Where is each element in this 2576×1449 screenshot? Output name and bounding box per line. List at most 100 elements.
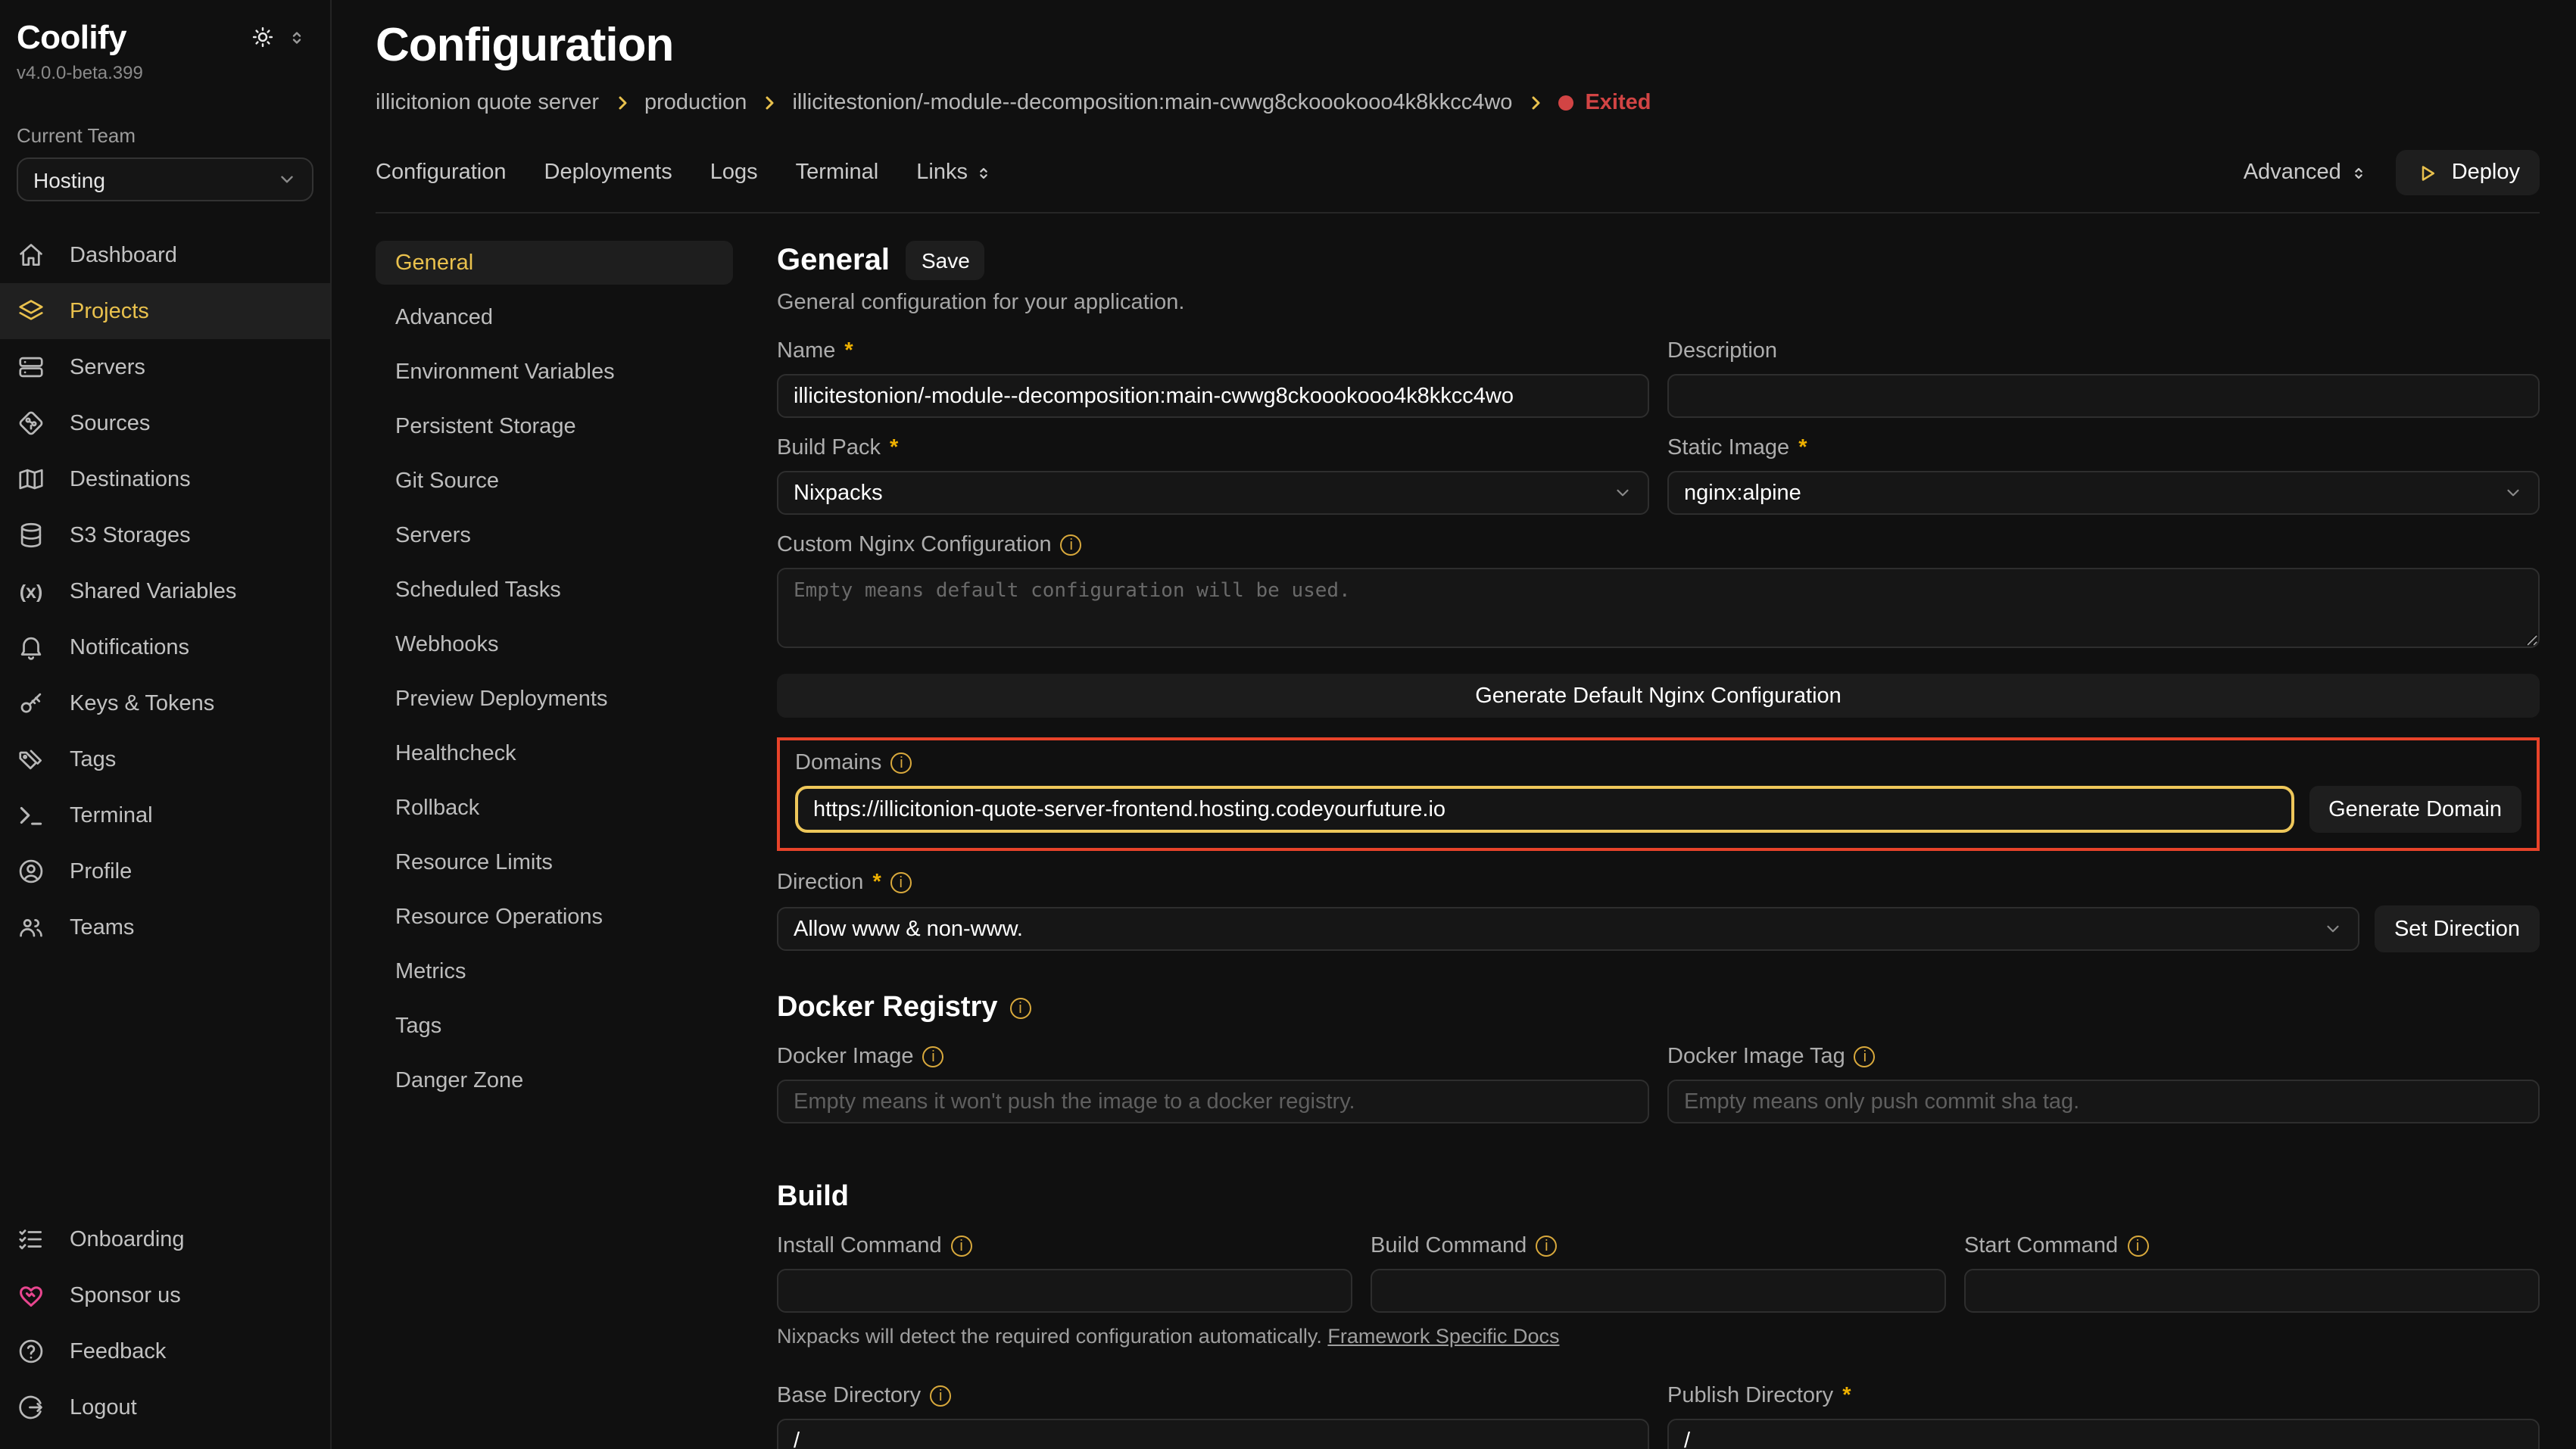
save-button[interactable]: Save bbox=[906, 241, 985, 280]
breadcrumb-application[interactable]: illicitestonion/-module--decomposition:m… bbox=[792, 91, 1512, 115]
build-command-input[interactable] bbox=[1371, 1269, 1946, 1313]
name-input[interactable] bbox=[777, 374, 1649, 418]
config-nav-danger-zone[interactable]: Danger Zone bbox=[376, 1058, 733, 1102]
config-nav-resource-limits[interactable]: Resource Limits bbox=[376, 840, 733, 884]
sidebar-item-keys-tokens[interactable]: Keys & Tokens bbox=[0, 675, 330, 731]
config-nav-webhooks[interactable]: Webhooks bbox=[376, 622, 733, 666]
checklist-icon bbox=[17, 1225, 45, 1254]
config-nav-resource-operations[interactable]: Resource Operations bbox=[376, 895, 733, 939]
git-icon bbox=[17, 409, 45, 438]
play-icon bbox=[2415, 161, 2438, 184]
sidebar-item-label: S3 Storages bbox=[70, 523, 191, 547]
app-version: v4.0.0-beta.399 bbox=[0, 58, 330, 83]
user-circle-icon bbox=[17, 857, 45, 886]
custom-nginx-textarea[interactable] bbox=[777, 568, 2540, 648]
sidebar-item-teams[interactable]: Teams bbox=[0, 899, 330, 955]
breadcrumb-project[interactable]: illicitonion quote server bbox=[376, 91, 599, 115]
info-icon: i bbox=[1854, 1046, 1876, 1067]
sidebar-item-label: Dashboard bbox=[70, 243, 177, 267]
sidebar-item-label: Teams bbox=[70, 915, 134, 940]
direction-select[interactable]: Allow www & non-www. bbox=[777, 907, 2359, 951]
publish-directory-input[interactable] bbox=[1667, 1419, 2540, 1449]
sidebar-item-tags[interactable]: Tags bbox=[0, 731, 330, 787]
config-nav-metrics[interactable]: Metrics bbox=[376, 949, 733, 993]
status-dot-icon bbox=[1558, 95, 1573, 111]
info-icon: i bbox=[1061, 534, 1082, 556]
sidebar-footer: Onboarding Sponsor us Feedback Logout bbox=[0, 1211, 330, 1449]
set-direction-button[interactable]: Set Direction bbox=[2375, 905, 2540, 952]
docker-image-tag-input[interactable] bbox=[1667, 1080, 2540, 1123]
config-nav-rollback[interactable]: Rollback bbox=[376, 786, 733, 830]
docker-image-tag-label: Docker Image Tagi bbox=[1667, 1045, 2540, 1069]
start-command-input[interactable] bbox=[1964, 1269, 2540, 1313]
app-window: Coolify v4.0.0-beta.399 Current Team Hos… bbox=[0, 0, 2576, 1449]
config-nav-healthcheck[interactable]: Healthcheck bbox=[376, 731, 733, 775]
required-asterisk: * bbox=[890, 436, 898, 460]
sidebar-item-label: Feedback bbox=[70, 1339, 166, 1363]
static-image-select[interactable]: nginx:alpine bbox=[1667, 471, 2540, 515]
sidebar-item-label: Shared Variables bbox=[70, 579, 236, 603]
generate-nginx-button[interactable]: Generate Default Nginx Configuration bbox=[777, 674, 2540, 718]
generate-domain-button[interactable]: Generate Domain bbox=[2309, 786, 2521, 833]
docker-image-input[interactable] bbox=[777, 1080, 1649, 1123]
config-nav-tags[interactable]: Tags bbox=[376, 1004, 733, 1048]
sidebar-item-sponsor[interactable]: Sponsor us bbox=[0, 1267, 330, 1323]
docker-registry-title: Docker Registry bbox=[777, 992, 997, 1025]
sidebar-item-feedback[interactable]: Feedback bbox=[0, 1323, 330, 1379]
sidebar-item-logout[interactable]: Logout bbox=[0, 1379, 330, 1435]
sidebar-item-servers[interactable]: Servers bbox=[0, 339, 330, 395]
deploy-button[interactable]: Deploy bbox=[2396, 150, 2540, 195]
config-nav-git-source[interactable]: Git Source bbox=[376, 459, 733, 503]
domains-input[interactable] bbox=[795, 786, 2294, 833]
bell-icon bbox=[17, 633, 45, 662]
sidebar-item-sources[interactable]: Sources bbox=[0, 395, 330, 451]
sidebar-item-shared-variables[interactable]: (x) Shared Variables bbox=[0, 563, 330, 619]
config-nav-scheduled-tasks[interactable]: Scheduled Tasks bbox=[376, 568, 733, 612]
team-select[interactable]: Hosting bbox=[17, 157, 313, 201]
section-description: General configuration for your applicati… bbox=[777, 291, 2540, 315]
advanced-dropdown[interactable]: Advanced bbox=[2244, 160, 2367, 185]
deploy-label: Deploy bbox=[2452, 160, 2520, 185]
description-label: Description bbox=[1667, 339, 2540, 363]
publish-directory-label: Publish Directory* bbox=[1667, 1384, 2540, 1408]
tab-logs[interactable]: Logs bbox=[710, 160, 758, 185]
build-command-label: Build Commandi bbox=[1371, 1234, 1946, 1258]
tab-deployments[interactable]: Deployments bbox=[544, 160, 672, 185]
framework-docs-link[interactable]: Framework Specific Docs bbox=[1327, 1325, 1559, 1348]
home-icon bbox=[17, 241, 45, 270]
sidebar-item-profile[interactable]: Profile bbox=[0, 843, 330, 899]
build-pack-select[interactable]: Nixpacks bbox=[777, 471, 1649, 515]
sidebar-item-dashboard[interactable]: Dashboard bbox=[0, 227, 330, 283]
tab-links[interactable]: Links bbox=[916, 160, 992, 185]
tab-terminal[interactable]: Terminal bbox=[796, 160, 879, 185]
config-nav-servers[interactable]: Servers bbox=[376, 513, 733, 557]
theme-selector-icon[interactable] bbox=[288, 28, 306, 46]
chevron-right-icon bbox=[760, 94, 778, 112]
sidebar-item-projects[interactable]: Projects bbox=[0, 283, 330, 339]
base-directory-label: Base Directoryi bbox=[777, 1384, 1649, 1408]
breadcrumb-environment[interactable]: production bbox=[644, 91, 747, 115]
sidebar-item-destinations[interactable]: Destinations bbox=[0, 451, 330, 507]
map-icon bbox=[17, 465, 45, 494]
config-nav-persistent-storage[interactable]: Persistent Storage bbox=[376, 404, 733, 448]
sidebar-item-s3-storages[interactable]: S3 Storages bbox=[0, 507, 330, 563]
required-asterisk: * bbox=[844, 339, 853, 363]
sidebar-item-terminal[interactable]: Terminal bbox=[0, 787, 330, 843]
tab-configuration[interactable]: Configuration bbox=[376, 160, 507, 185]
info-icon: i bbox=[2127, 1236, 2148, 1257]
sidebar-item-onboarding[interactable]: Onboarding bbox=[0, 1211, 330, 1267]
chevron-down-icon bbox=[2503, 483, 2523, 503]
config-nav-advanced[interactable]: Advanced bbox=[376, 295, 733, 339]
database-icon bbox=[17, 521, 45, 550]
sidebar-item-notifications[interactable]: Notifications bbox=[0, 619, 330, 675]
base-directory-input[interactable] bbox=[777, 1419, 1649, 1449]
direction-value: Allow www & non-www. bbox=[794, 917, 1023, 941]
sidebar-item-label: Notifications bbox=[70, 635, 189, 659]
config-nav-environment-variables[interactable]: Environment Variables bbox=[376, 350, 733, 394]
description-input[interactable] bbox=[1667, 374, 2540, 418]
team-select-value: Hosting bbox=[33, 167, 105, 192]
theme-sun-icon[interactable] bbox=[251, 26, 274, 48]
install-command-input[interactable] bbox=[777, 1269, 1352, 1313]
config-nav-general[interactable]: General bbox=[376, 241, 733, 285]
config-nav-preview-deployments[interactable]: Preview Deployments bbox=[376, 677, 733, 721]
